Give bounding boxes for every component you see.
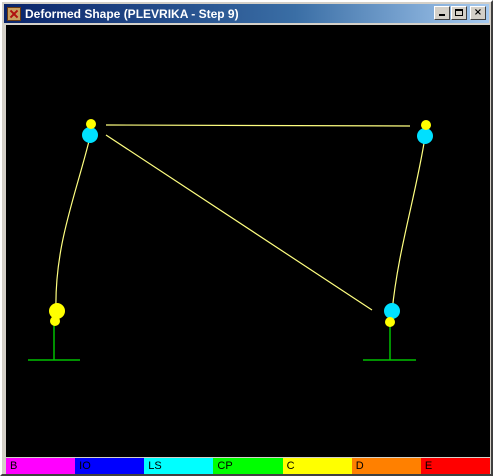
hinge-c-top-left xyxy=(86,119,96,129)
hinge-ls-bottom-right xyxy=(384,303,400,319)
maximize-icon xyxy=(455,9,463,16)
hinge-c-bottom-right xyxy=(385,317,395,327)
window-controls: × xyxy=(433,6,486,20)
frame-drawing xyxy=(28,119,433,361)
minimize-button[interactable] xyxy=(434,6,450,20)
legend-cell-ls: LS xyxy=(144,458,214,474)
maximize-button[interactable] xyxy=(451,6,467,20)
performance-level-legend: B IO LS CP C D E xyxy=(6,458,490,474)
hinge-ls-top-right xyxy=(417,128,433,144)
hinge-c-bottom-left-lower xyxy=(50,316,60,326)
diagonal-brace xyxy=(105,134,373,311)
deformed-shape-window: Deformed Shape (PLEVRIKA - Step 9) × B I… xyxy=(0,0,493,476)
hinge-c-top-right xyxy=(421,120,431,130)
hinge-ls-top-left xyxy=(82,127,98,143)
legend-cell-e: E xyxy=(420,458,490,474)
deformed-shape-canvas[interactable] xyxy=(6,25,490,457)
top-beam xyxy=(105,124,411,127)
right-column xyxy=(391,136,426,313)
window-title: Deformed Shape (PLEVRIKA - Step 9) xyxy=(25,6,239,21)
legend-cell-cp: CP xyxy=(213,458,283,474)
legend-cell-io: IO xyxy=(75,458,145,474)
minimize-icon xyxy=(439,14,445,16)
left-column xyxy=(55,136,91,314)
title-bar[interactable]: Deformed Shape (PLEVRIKA - Step 9) × xyxy=(4,4,489,23)
legend-cell-d: D xyxy=(351,458,421,474)
app-icon[interactable] xyxy=(7,6,21,21)
legend-cell-b: B xyxy=(6,458,76,474)
close-button[interactable]: × xyxy=(470,6,486,20)
legend-cell-c: C xyxy=(282,458,352,474)
close-icon: × xyxy=(473,7,483,18)
